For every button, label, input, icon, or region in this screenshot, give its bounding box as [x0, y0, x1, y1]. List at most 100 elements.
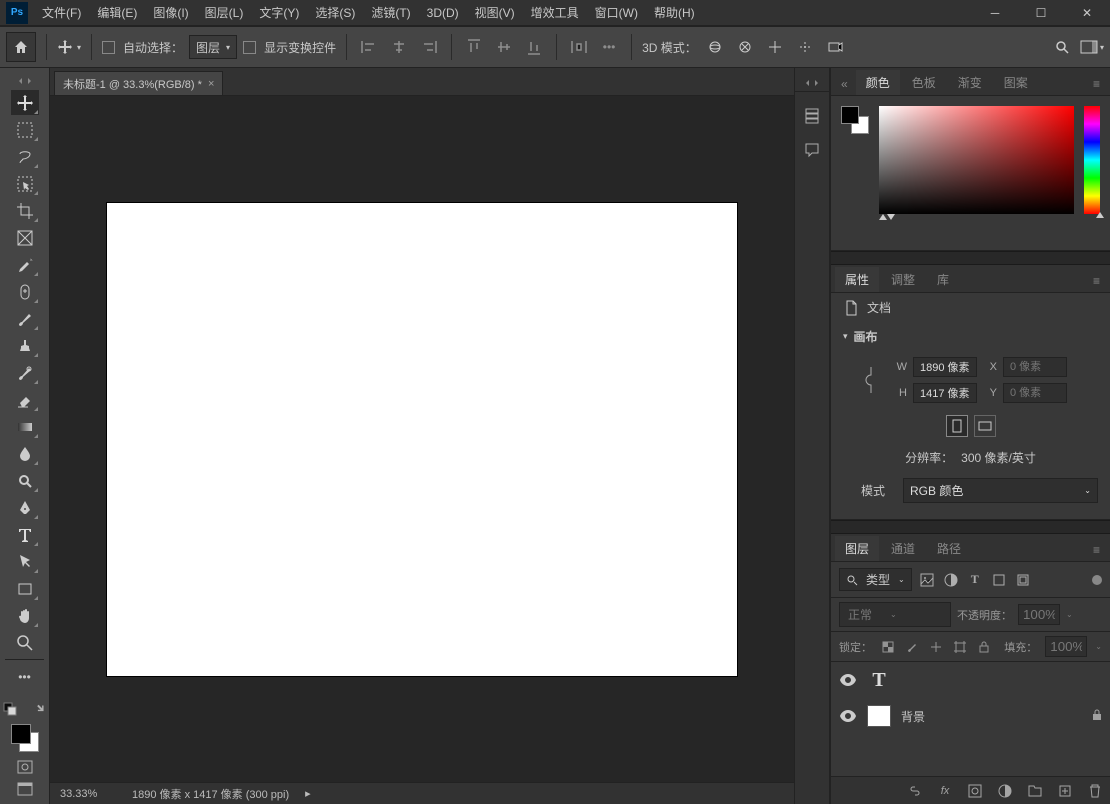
align-right-icon[interactable] — [417, 35, 441, 59]
layer-thumbnail[interactable]: T — [867, 669, 891, 691]
fill-input[interactable] — [1045, 636, 1087, 657]
brush-tool[interactable] — [11, 306, 39, 331]
layer-filter-dropdown[interactable]: 类型 ⌄ — [839, 568, 912, 591]
color-mode-dropdown[interactable]: RGB 颜色⌄ — [903, 478, 1098, 503]
color-fg-bg[interactable] — [841, 106, 869, 134]
layer-row[interactable]: 背景 — [831, 698, 1110, 734]
dodge-tool[interactable] — [11, 468, 39, 493]
menu-edit[interactable]: 编辑(E) — [89, 0, 145, 26]
mask-icon[interactable] — [966, 782, 984, 800]
panel-menu-icon[interactable]: ≡ — [1087, 270, 1106, 292]
align-bottom-icon[interactable] — [522, 35, 546, 59]
visibility-toggle[interactable] — [839, 674, 857, 686]
lock-all-icon[interactable] — [976, 639, 992, 655]
move-tool[interactable] — [11, 90, 39, 115]
rectangle-tool[interactable] — [11, 576, 39, 601]
layer-name[interactable]: 背景 — [901, 708, 925, 725]
tab-gradients[interactable]: 渐变 — [948, 70, 992, 95]
swap-colors-icon[interactable] — [29, 700, 51, 718]
comments-panel-icon[interactable] — [802, 140, 822, 160]
menu-3d[interactable]: 3D(D) — [419, 0, 467, 26]
quick-mask-button[interactable] — [14, 758, 36, 776]
lock-brush-icon[interactable] — [904, 639, 920, 655]
crop-tool[interactable] — [11, 198, 39, 223]
auto-select-checkbox[interactable]: 自动选择： — [102, 39, 183, 56]
filter-adjust-icon[interactable] — [942, 571, 960, 589]
blur-tool[interactable] — [11, 441, 39, 466]
menu-filter[interactable]: 滤镜(T) — [363, 0, 418, 26]
link-wh-icon[interactable] — [865, 365, 877, 395]
history-panel-icon[interactable] — [802, 106, 822, 126]
default-colors-icon[interactable] — [0, 700, 21, 718]
menu-file[interactable]: 文件(F) — [34, 0, 89, 26]
workspace-switcher[interactable]: ▾ — [1080, 35, 1104, 59]
tab-close-icon[interactable]: × — [208, 78, 214, 90]
align-left-icon[interactable] — [357, 35, 381, 59]
3d-slide-icon[interactable] — [793, 35, 817, 59]
distribute-h-icon[interactable] — [567, 35, 591, 59]
landscape-button[interactable] — [974, 415, 996, 437]
height-input[interactable] — [913, 383, 977, 403]
gradient-tool[interactable] — [11, 414, 39, 439]
3d-orbit-icon[interactable] — [703, 35, 727, 59]
visibility-toggle[interactable] — [839, 710, 857, 722]
menu-layer[interactable]: 图层(L) — [197, 0, 252, 26]
foreground-color-swatch[interactable] — [11, 724, 31, 744]
window-close-button[interactable]: ✕ — [1064, 0, 1110, 26]
healing-brush-tool[interactable] — [11, 279, 39, 304]
adjustment-icon[interactable] — [996, 782, 1014, 800]
menu-view[interactable]: 视图(V) — [467, 0, 523, 26]
canvas[interactable] — [107, 203, 737, 676]
3d-roll-icon[interactable] — [733, 35, 757, 59]
menu-plugins[interactable]: 增效工具 — [523, 0, 587, 26]
x-input[interactable] — [1003, 357, 1067, 377]
home-button[interactable] — [6, 32, 36, 62]
edit-toolbar-button[interactable]: ••• — [11, 664, 39, 689]
align-center-h-icon[interactable] — [387, 35, 411, 59]
eraser-tool[interactable] — [11, 387, 39, 412]
menu-image[interactable]: 图像(I) — [145, 0, 196, 26]
opacity-input[interactable] — [1018, 604, 1060, 625]
tab-adjustments[interactable]: 调整 — [881, 267, 925, 292]
link-layers-icon[interactable] — [906, 782, 924, 800]
menu-type[interactable]: 文字(Y) — [251, 0, 307, 26]
tab-layers[interactable]: 图层 — [835, 536, 879, 561]
document-tab[interactable]: 未标题-1 @ 33.3%(RGB/8) * × — [54, 71, 223, 95]
align-top-icon[interactable] — [462, 35, 486, 59]
y-input[interactable] — [1003, 383, 1067, 403]
mini-expand-button[interactable] — [794, 74, 830, 92]
tab-properties[interactable]: 属性 — [835, 267, 879, 292]
layer-row[interactable]: T — [831, 662, 1110, 698]
panel-collapse-icon[interactable]: « — [835, 73, 854, 95]
filter-toggle[interactable] — [1092, 575, 1102, 585]
tab-patterns[interactable]: 图案 — [994, 70, 1038, 95]
align-middle-icon[interactable] — [492, 35, 516, 59]
tab-color[interactable]: 颜色 — [856, 70, 900, 95]
color-picker-area[interactable] — [879, 106, 1074, 214]
status-menu-icon[interactable]: ▸ — [305, 787, 311, 800]
object-select-tool[interactable] — [11, 171, 39, 196]
filter-type-icon[interactable]: T — [966, 571, 984, 589]
tab-paths[interactable]: 路径 — [927, 536, 971, 561]
menu-help[interactable]: 帮助(H) — [646, 0, 703, 26]
lock-pixels-icon[interactable] — [880, 639, 896, 655]
group-icon[interactable] — [1026, 782, 1044, 800]
3d-pan-icon[interactable] — [763, 35, 787, 59]
tab-swatches[interactable]: 色板 — [902, 70, 946, 95]
path-select-tool[interactable] — [11, 549, 39, 574]
auto-select-target-dropdown[interactable]: 图层▾ — [189, 35, 237, 59]
pen-tool[interactable] — [11, 495, 39, 520]
eyedropper-tool[interactable] — [11, 252, 39, 277]
hue-slider[interactable] — [1084, 106, 1100, 214]
lock-artboard-icon[interactable] — [952, 639, 968, 655]
lasso-tool[interactable] — [11, 144, 39, 169]
zoom-tool[interactable] — [11, 630, 39, 655]
tab-channels[interactable]: 通道 — [881, 536, 925, 561]
layer-thumbnail[interactable] — [867, 705, 891, 727]
blend-mode-dropdown[interactable]: 正常⌄ — [839, 602, 951, 627]
clone-stamp-tool[interactable] — [11, 333, 39, 358]
more-align-icon[interactable]: ••• — [597, 35, 621, 59]
delete-layer-icon[interactable] — [1086, 782, 1104, 800]
portrait-button[interactable] — [946, 415, 968, 437]
fg-color-swatch[interactable] — [841, 106, 859, 124]
